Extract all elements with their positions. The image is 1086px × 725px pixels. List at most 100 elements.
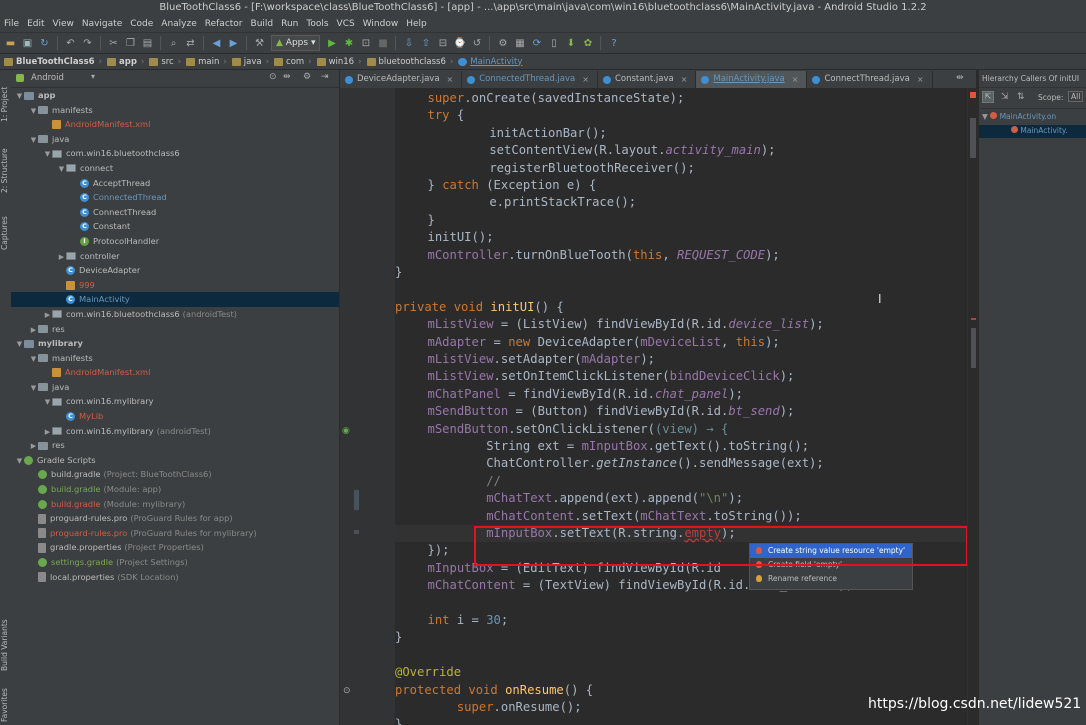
- tool-tab-build-variants[interactable]: Build Variants: [0, 610, 11, 680]
- breadcrumb-item[interactable]: MainActivity: [456, 57, 529, 67]
- tree-item[interactable]: settings.gradle (Project Settings): [11, 555, 339, 570]
- tree-item[interactable]: ▶ com.win16.mylibrary (androidTest): [11, 424, 339, 439]
- tree-item[interactable]: AndroidManifest.xml: [11, 365, 339, 380]
- collapse-arrow-icon[interactable]: ▶: [29, 439, 38, 454]
- back-icon[interactable]: ◀: [210, 37, 223, 50]
- tool-tab-project[interactable]: 1: Project: [0, 74, 11, 134]
- vcs-compare-icon[interactable]: ⊟: [436, 37, 449, 50]
- find-icon[interactable]: ⌕: [167, 37, 180, 50]
- tree-item[interactable]: ▼ java: [11, 132, 339, 147]
- menu-tools[interactable]: Tools: [302, 19, 332, 29]
- android-monitor-icon[interactable]: ✿: [581, 37, 594, 50]
- avd-manager-icon[interactable]: ▯: [547, 37, 560, 50]
- tree-item[interactable]: build.gradle (Module: app): [11, 482, 339, 497]
- tabs-menu-icon[interactable]: ⇹: [956, 73, 964, 83]
- collapse-arrow-icon[interactable]: ▶: [29, 323, 38, 338]
- breadcrumb-item[interactable]: java: [230, 57, 272, 67]
- vcs-revert-icon[interactable]: ↺: [470, 37, 483, 50]
- breadcrumb-item[interactable]: src: [147, 57, 184, 67]
- tree-item[interactable]: C ConnectThread: [11, 205, 339, 220]
- tree-item[interactable]: local.properties (SDK Location): [11, 570, 339, 585]
- expand-arrow-icon[interactable]: ▼: [57, 162, 66, 177]
- hierarchy-item[interactable]: MainActivity.: [1011, 126, 1068, 135]
- cut-icon[interactable]: ✂: [107, 37, 120, 50]
- menu-run[interactable]: Run: [277, 19, 302, 29]
- expand-arrow-icon[interactable]: ▼: [29, 352, 38, 367]
- close-tab-icon[interactable]: ×: [681, 71, 688, 88]
- collapse-arrow-icon[interactable]: ▶: [43, 425, 52, 440]
- tree-item[interactable]: AndroidManifest.xml: [11, 117, 339, 132]
- tree-item[interactable]: C Constant: [11, 219, 339, 234]
- tree-item[interactable]: C MainActivity: [11, 292, 339, 307]
- help-icon[interactable]: ?: [607, 37, 620, 50]
- tree-item[interactable]: ▶ com.win16.bluetoothclass6 (androidTest): [11, 307, 339, 322]
- sync-icon[interactable]: ↻: [38, 37, 51, 50]
- tree-item[interactable]: ▼ app: [11, 88, 339, 103]
- vcs-commit-icon[interactable]: ⇧: [419, 37, 432, 50]
- override-marker-icon[interactable]: ⊙: [343, 686, 351, 696]
- expand-arrow-icon[interactable]: ▼: [43, 147, 52, 162]
- tree-item[interactable]: I ProtocolHandler: [11, 234, 339, 249]
- editor-tab[interactable]: ConnectThread.java ×: [807, 71, 933, 88]
- tree-item[interactable]: ▼ Gradle Scripts: [11, 453, 339, 468]
- close-tab-icon[interactable]: ×: [447, 71, 454, 88]
- gradle-sync-icon[interactable]: ⟳: [530, 37, 543, 50]
- sort-icon[interactable]: ⇅: [1017, 92, 1025, 102]
- tree-item[interactable]: ▶ controller: [11, 249, 339, 264]
- project-structure-icon[interactable]: ▦: [513, 37, 526, 50]
- hide-panel-icon[interactable]: ⇥: [321, 72, 329, 82]
- open-folder-icon[interactable]: ▬: [4, 37, 17, 50]
- expand-arrow-icon[interactable]: ▼: [15, 337, 24, 352]
- expand-arrow-icon[interactable]: ▼: [29, 381, 38, 396]
- expand-arrow-icon[interactable]: ▼: [15, 454, 24, 469]
- tree-item[interactable]: build.gradle (Project: BlueToothClass6): [11, 467, 339, 482]
- collapse-arrow-icon[interactable]: ▶: [43, 308, 52, 323]
- tree-item[interactable]: C MyLib: [11, 409, 339, 424]
- vcs-update-icon[interactable]: ⇩: [402, 37, 415, 50]
- redo-icon[interactable]: ↷: [81, 37, 94, 50]
- callees-icon[interactable]: ⇲: [1001, 92, 1009, 102]
- tree-item[interactable]: ▼ manifests: [11, 103, 339, 118]
- tree-item[interactable]: ▼ manifests: [11, 351, 339, 366]
- close-tab-icon[interactable]: ×: [582, 71, 589, 88]
- menu-navigate[interactable]: Navigate: [78, 19, 126, 29]
- debug-icon[interactable]: ✱: [342, 37, 355, 50]
- close-tab-icon[interactable]: ×: [792, 71, 799, 88]
- save-icon[interactable]: ▣: [21, 37, 34, 50]
- scrollbar-thumb[interactable]: [971, 328, 976, 368]
- menu-edit[interactable]: Edit: [23, 19, 48, 29]
- expand-arrow-icon[interactable]: ▼: [29, 133, 38, 148]
- scrollbar-thumb[interactable]: [970, 118, 976, 158]
- tree-item[interactable]: C ConnectedThread: [11, 190, 339, 205]
- run-icon[interactable]: ▶: [325, 37, 338, 50]
- menu-window[interactable]: Window: [359, 19, 403, 29]
- tool-tab-structure[interactable]: 2: Structure: [0, 140, 11, 202]
- tree-item[interactable]: ▶ res: [11, 322, 339, 337]
- expand-arrow-icon[interactable]: ▼: [29, 104, 38, 119]
- scroll-from-source-icon[interactable]: ⊙: [269, 72, 277, 82]
- editor-tab[interactable]: DeviceAdapter.java ×: [340, 71, 463, 88]
- menu-build[interactable]: Build: [247, 19, 278, 29]
- settings-icon[interactable]: ⚙: [496, 37, 509, 50]
- menu-help[interactable]: Help: [402, 19, 431, 29]
- tree-item[interactable]: C AcceptThread: [11, 176, 339, 191]
- expand-arrow-icon[interactable]: ▼: [15, 89, 24, 104]
- scope-select[interactable]: All: [1068, 91, 1084, 102]
- menu-vcs[interactable]: VCS: [333, 19, 359, 29]
- menu-view[interactable]: View: [49, 19, 78, 29]
- tree-item[interactable]: proguard-rules.pro (ProGuard Rules for my…: [11, 526, 339, 541]
- tree-item[interactable]: ▼ com.win16.bluetoothclass6: [11, 146, 339, 161]
- tree-item[interactable]: 999: [11, 278, 339, 293]
- tree-item[interactable]: build.gradle (Module: mylibrary): [11, 497, 339, 512]
- breadcrumb-item[interactable]: app: [105, 57, 147, 67]
- breadcrumb-item[interactable]: BlueToothClass6: [2, 57, 105, 67]
- menu-analyze[interactable]: Analyze: [157, 19, 200, 29]
- breadcrumb-item[interactable]: main: [184, 57, 230, 67]
- make-project-icon[interactable]: ⚒: [253, 37, 266, 50]
- collapse-arrow-icon[interactable]: ▶: [57, 250, 66, 265]
- stop-icon[interactable]: ■: [376, 37, 389, 50]
- tree-item[interactable]: ▼ mylibrary: [11, 336, 339, 351]
- close-tab-icon[interactable]: ×: [917, 71, 924, 88]
- copy-icon[interactable]: ❐: [124, 37, 137, 50]
- hierarchy-item[interactable]: ▼ MainActivity.on: [982, 112, 1056, 121]
